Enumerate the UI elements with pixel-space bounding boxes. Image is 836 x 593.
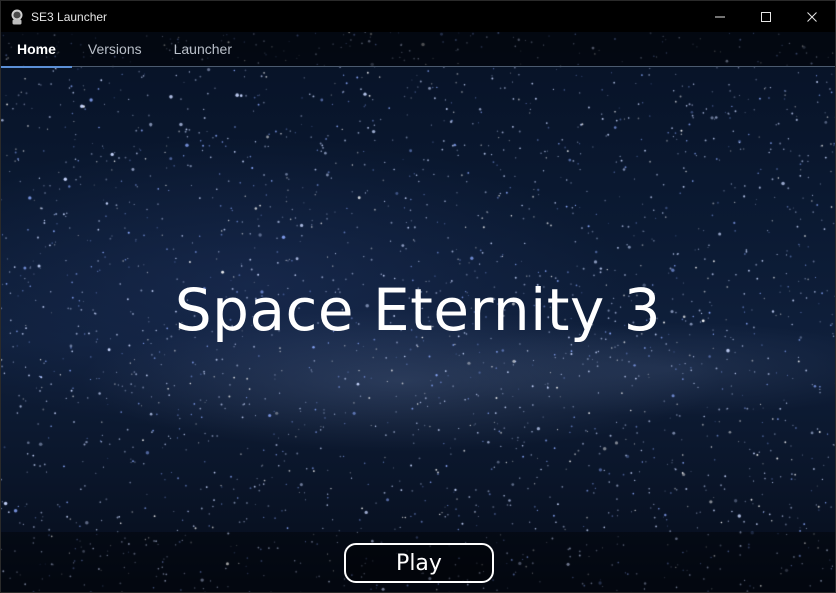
launcher-window: SE3 Launcher Space Eternity 3 Play Home … (0, 0, 836, 593)
close-icon (807, 11, 817, 22)
tab-bar: Home Versions Launcher (1, 32, 835, 68)
home-content: Space Eternity 3 Play (1, 32, 835, 592)
window-title: SE3 Launcher (31, 9, 108, 24)
maximize-button[interactable] (743, 1, 789, 32)
play-bar: Play (1, 532, 835, 592)
tab-home[interactable]: Home (1, 32, 72, 68)
tab-launcher[interactable]: Launcher (158, 32, 248, 67)
minimize-button[interactable] (697, 1, 743, 32)
title-bar[interactable]: SE3 Launcher (1, 1, 835, 32)
window-controls (697, 1, 835, 32)
close-button[interactable] (789, 1, 835, 32)
tab-versions[interactable]: Versions (72, 32, 158, 67)
play-button[interactable]: Play (344, 543, 494, 583)
minimize-icon (715, 16, 725, 17)
game-title: Space Eternity 3 (174, 276, 662, 344)
maximize-icon (761, 11, 771, 22)
astronaut-icon (10, 9, 24, 25)
